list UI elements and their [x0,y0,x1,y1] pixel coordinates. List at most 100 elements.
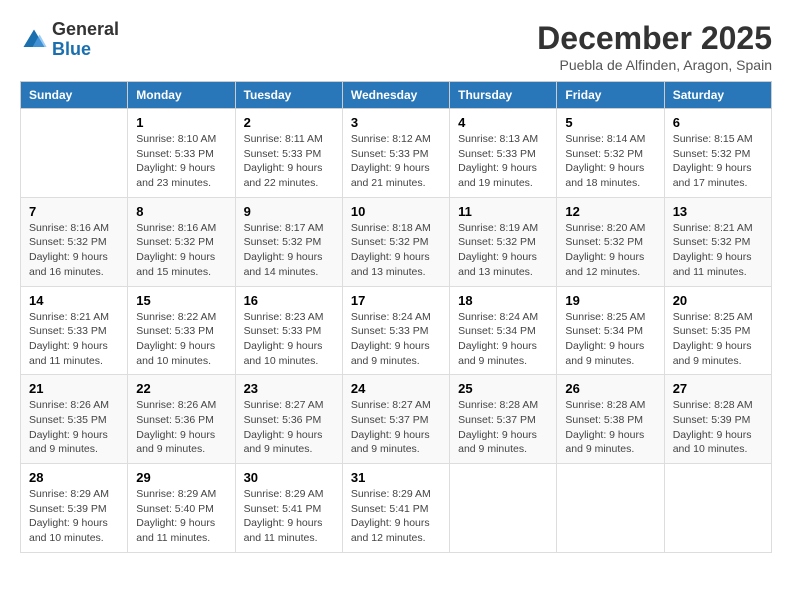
week-row-1: 1 Sunrise: 8:10 AMSunset: 5:33 PMDaylight… [21,109,772,198]
calendar-header-row: SundayMondayTuesdayWednesdayThursdayFrid… [21,82,772,109]
day-detail: Sunrise: 8:25 AMSunset: 5:34 PMDaylight:… [565,310,655,369]
week-row-5: 28Sunrise: 8:29 AMSunset: 5:39 PMDayligh… [21,464,772,553]
col-header-saturday: Saturday [664,82,771,109]
logo-blue-text: Blue [52,40,119,60]
calendar-cell: 21Sunrise: 8:26 AMSunset: 5:35 PMDayligh… [21,375,128,464]
calendar-cell: 30 Sunrise: 8:29 AMSunset: 5:41 PMDayligh… [235,464,342,553]
day-detail: Sunrise: 8:28 AMSunset: 5:37 PMDaylight:… [458,398,548,457]
calendar-cell: 8Sunrise: 8:16 AMSunset: 5:32 PMDaylight… [128,197,235,286]
calendar-cell: 3 Sunrise: 8:12 AMSunset: 5:33 PMDaylight… [342,109,449,198]
day-detail: Sunrise: 8:28 AMSunset: 5:38 PMDaylight:… [565,398,655,457]
day-detail: Sunrise: 8:24 AMSunset: 5:33 PMDaylight:… [351,310,441,369]
day-detail: Sunrise: 8:22 AMSunset: 5:33 PMDaylight:… [136,310,226,369]
calendar-cell: 26Sunrise: 8:28 AMSunset: 5:38 PMDayligh… [557,375,664,464]
page-header: General Blue December 2025 Puebla de Alf… [20,20,772,73]
day-detail: Sunrise: 8:25 AMSunset: 5:35 PMDaylight:… [673,310,763,369]
location-subtitle: Puebla de Alfinden, Aragon, Spain [537,57,772,73]
day-detail: Sunrise: 8:27 AMSunset: 5:37 PMDaylight:… [351,398,441,457]
calendar-cell [450,464,557,553]
day-number: 20 [673,293,763,308]
week-row-4: 21Sunrise: 8:26 AMSunset: 5:35 PMDayligh… [21,375,772,464]
title-area: December 2025 Puebla de Alfinden, Aragon… [537,20,772,73]
col-header-wednesday: Wednesday [342,82,449,109]
day-detail: Sunrise: 8:14 AMSunset: 5:32 PMDaylight:… [565,132,655,191]
calendar-cell: 28Sunrise: 8:29 AMSunset: 5:39 PMDayligh… [21,464,128,553]
day-number: 24 [351,381,441,396]
day-detail: Sunrise: 8:29 AMSunset: 5:39 PMDaylight:… [29,487,119,546]
col-header-sunday: Sunday [21,82,128,109]
day-number: 19 [565,293,655,308]
day-detail: Sunrise: 8:29 AMSunset: 5:41 PMDaylight:… [351,487,441,546]
calendar-cell: 22 Sunrise: 8:26 AMSunset: 5:36 PMDayligh… [128,375,235,464]
calendar-cell: 16 Sunrise: 8:23 AMSunset: 5:33 PMDayligh… [235,286,342,375]
calendar-cell: 4Sunrise: 8:13 AMSunset: 5:33 PMDaylight… [450,109,557,198]
calendar-cell: 15 Sunrise: 8:22 AMSunset: 5:33 PMDayligh… [128,286,235,375]
day-detail: Sunrise: 8:18 AMSunset: 5:32 PMDaylight:… [351,221,441,280]
day-number: 3 [351,115,441,130]
day-number: 14 [29,293,119,308]
day-number: 23 [244,381,334,396]
day-detail: Sunrise: 8:16 AMSunset: 5:32 PMDaylight:… [29,221,119,280]
calendar-cell: 20 Sunrise: 8:25 AMSunset: 5:35 PMDayligh… [664,286,771,375]
calendar-cell: 31 Sunrise: 8:29 AMSunset: 5:41 PMDayligh… [342,464,449,553]
day-number: 11 [458,204,548,219]
calendar-cell: 5 Sunrise: 8:14 AMSunset: 5:32 PMDaylight… [557,109,664,198]
calendar-cell: 7 Sunrise: 8:16 AMSunset: 5:32 PMDaylight… [21,197,128,286]
day-number: 9 [244,204,334,219]
day-number: 22 [136,381,226,396]
calendar-cell: 9 Sunrise: 8:17 AMSunset: 5:32 PMDaylight… [235,197,342,286]
calendar-cell: 29 Sunrise: 8:29 AMSunset: 5:40 PMDayligh… [128,464,235,553]
day-detail: Sunrise: 8:26 AMSunset: 5:36 PMDaylight:… [136,398,226,457]
day-number: 17 [351,293,441,308]
day-number: 1 [136,115,226,130]
day-detail: Sunrise: 8:16 AMSunset: 5:32 PMDaylight:… [136,221,226,280]
day-detail: Sunrise: 8:26 AMSunset: 5:35 PMDaylight:… [29,398,119,457]
day-number: 25 [458,381,548,396]
calendar-cell: 12Sunrise: 8:20 AMSunset: 5:32 PMDayligh… [557,197,664,286]
week-row-3: 14Sunrise: 8:21 AMSunset: 5:33 PMDayligh… [21,286,772,375]
day-number: 4 [458,115,548,130]
week-row-2: 7 Sunrise: 8:16 AMSunset: 5:32 PMDaylight… [21,197,772,286]
day-detail: Sunrise: 8:28 AMSunset: 5:39 PMDaylight:… [673,398,763,457]
day-number: 29 [136,470,226,485]
calendar-cell: 11 Sunrise: 8:19 AMSunset: 5:32 PMDayligh… [450,197,557,286]
day-number: 27 [673,381,763,396]
day-number: 30 [244,470,334,485]
day-number: 7 [29,204,119,219]
calendar-cell: 2Sunrise: 8:11 AMSunset: 5:33 PMDaylight… [235,109,342,198]
day-number: 31 [351,470,441,485]
day-detail: Sunrise: 8:12 AMSunset: 5:33 PMDaylight:… [351,132,441,191]
calendar-cell: 23Sunrise: 8:27 AMSunset: 5:36 PMDayligh… [235,375,342,464]
calendar-cell: 17 Sunrise: 8:24 AMSunset: 5:33 PMDayligh… [342,286,449,375]
day-detail: Sunrise: 8:24 AMSunset: 5:34 PMDaylight:… [458,310,548,369]
day-number: 13 [673,204,763,219]
day-detail: Sunrise: 8:15 AMSunset: 5:32 PMDaylight:… [673,132,763,191]
day-number: 5 [565,115,655,130]
calendar-cell: 13Sunrise: 8:21 AMSunset: 5:32 PMDayligh… [664,197,771,286]
month-title: December 2025 [537,20,772,57]
day-detail: Sunrise: 8:29 AMSunset: 5:40 PMDaylight:… [136,487,226,546]
logo: General Blue [20,20,119,60]
calendar-cell: 25 Sunrise: 8:28 AMSunset: 5:37 PMDayligh… [450,375,557,464]
day-detail: Sunrise: 8:29 AMSunset: 5:41 PMDaylight:… [244,487,334,546]
day-detail: Sunrise: 8:23 AMSunset: 5:33 PMDaylight:… [244,310,334,369]
day-number: 10 [351,204,441,219]
day-number: 15 [136,293,226,308]
calendar-cell: 14Sunrise: 8:21 AMSunset: 5:33 PMDayligh… [21,286,128,375]
logo-icon [20,26,48,54]
calendar-cell: 6Sunrise: 8:15 AMSunset: 5:32 PMDaylight… [664,109,771,198]
day-number: 16 [244,293,334,308]
calendar-cell [664,464,771,553]
calendar-cell: 19 Sunrise: 8:25 AMSunset: 5:34 PMDayligh… [557,286,664,375]
day-detail: Sunrise: 8:17 AMSunset: 5:32 PMDaylight:… [244,221,334,280]
calendar-cell [21,109,128,198]
col-header-thursday: Thursday [450,82,557,109]
day-detail: Sunrise: 8:20 AMSunset: 5:32 PMDaylight:… [565,221,655,280]
day-detail: Sunrise: 8:10 AMSunset: 5:33 PMDaylight:… [136,132,226,191]
calendar-cell [557,464,664,553]
col-header-friday: Friday [557,82,664,109]
calendar-cell: 18Sunrise: 8:24 AMSunset: 5:34 PMDayligh… [450,286,557,375]
logo-general-text: General [52,20,119,40]
logo-text: General Blue [52,20,119,60]
day-detail: Sunrise: 8:19 AMSunset: 5:32 PMDaylight:… [458,221,548,280]
